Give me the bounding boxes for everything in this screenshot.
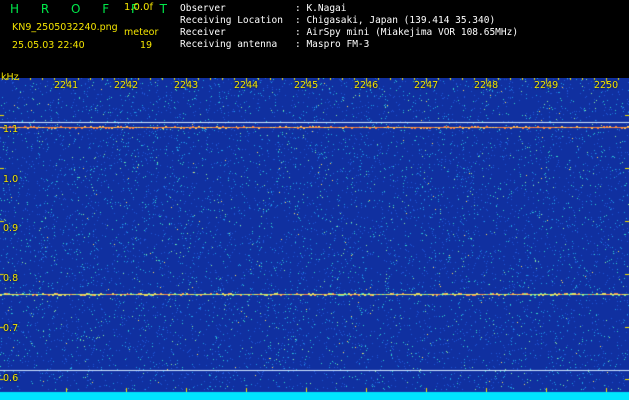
antenna-label: Receiving antenna (180, 39, 278, 50)
time-tick-2242: 2242 (114, 80, 139, 91)
spectrogram-canvas (0, 78, 629, 400)
freq-tick-0-7: 0.7 (3, 323, 19, 334)
time-tick-2246: 2246 (354, 80, 379, 91)
header-panel: H R O F F T 1.0.0f KN9_2505032240.png 25… (0, 0, 629, 78)
receiver-label: Receiver (180, 27, 226, 38)
freq-tick-0-8: 0.8 (3, 273, 19, 284)
app-version: 1.0.0f (124, 2, 153, 13)
freq-tick-0-6: 0.6 (3, 373, 19, 384)
time-tick-2247: 2247 (414, 80, 439, 91)
file-name: KN9_2505032240.png (12, 22, 118, 33)
meteor-count: 19 (140, 40, 153, 51)
date-time: 25.05.03 22:40 (12, 40, 85, 51)
observer-label: Observer (180, 3, 226, 14)
time-tick-2244: 2244 (234, 80, 259, 91)
freq-tick-1-0: 1.0 (3, 174, 19, 185)
meteor-label: meteor (124, 27, 159, 38)
location-value: : Chigasaki, Japan (139.414 35.340) (295, 15, 496, 26)
time-tick-2243: 2243 (174, 80, 199, 91)
time-tick-2249: 2249 (534, 80, 559, 91)
receiver-value: : AirSpy mini (Miakejima VOR 108.65MHz) (295, 27, 519, 38)
frequency-unit-label: kHz (1, 72, 19, 83)
time-tick-2241: 2241 (54, 80, 79, 91)
time-tick-2245: 2245 (294, 80, 319, 91)
time-tick-2248: 2248 (474, 80, 499, 91)
location-label: Receiving Location (180, 15, 283, 26)
observer-value: : K.Nagai (295, 3, 347, 14)
antenna-value: : Maspro FM-3 (295, 39, 370, 50)
time-tick-2250: 2250 (594, 80, 619, 91)
freq-tick-1-1: 1.1 (3, 124, 19, 135)
freq-tick-0-9: 0.9 (3, 223, 19, 234)
